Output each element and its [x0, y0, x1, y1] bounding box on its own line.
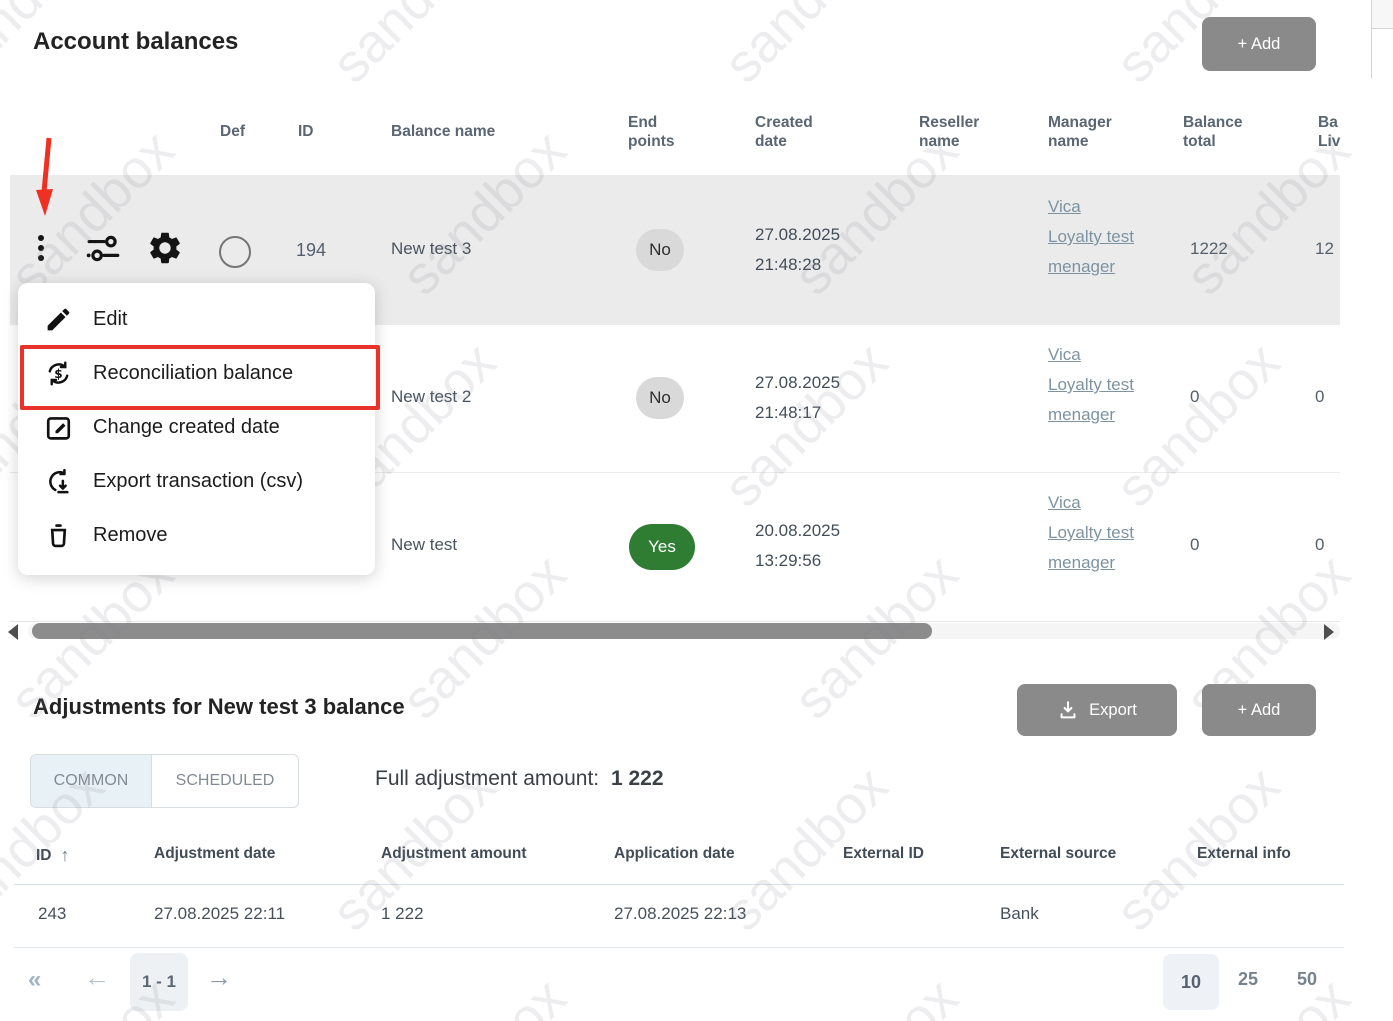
menu-item-export-transaction[interactable]: Export transaction (csv): [18, 454, 375, 508]
pagination-first-button[interactable]: «: [28, 966, 41, 994]
default-radio[interactable]: [219, 236, 251, 268]
balance-total: 0: [1190, 535, 1199, 555]
created-date: 20.08.2025 13:29:56: [755, 516, 840, 576]
balance-live: 0: [1315, 387, 1324, 407]
trash-icon: [44, 521, 73, 550]
menu-item-edit[interactable]: Edit: [18, 292, 375, 346]
adj-col-header-external-id: External ID: [843, 845, 924, 863]
export-csv-icon: [44, 467, 73, 496]
col-header-reseller-name: Reseller name: [919, 113, 979, 151]
right-edge-panel: [1371, 0, 1393, 29]
adj-col-header-date: Adjustment date: [154, 845, 275, 863]
adjustments-title: Adjustments for New test 3 balance: [33, 694, 405, 720]
adj-col-header-application-date: Application date: [614, 845, 735, 863]
adj-amount: 1 222: [381, 904, 424, 924]
adj-col-header-amount: Adjustment amount: [381, 845, 527, 863]
tab-scheduled[interactable]: SCHEDULED: [152, 755, 298, 807]
created-date: 27.08.2025 21:48:17: [755, 368, 840, 428]
page: Account balances + Add Def ID Balance na…: [0, 0, 1393, 1021]
adj-col-header-external-source: External source: [1000, 845, 1116, 863]
annotation-red-box: [20, 345, 380, 410]
pagination-prev-button[interactable]: ←: [84, 962, 110, 993]
col-header-id: ID: [298, 122, 314, 141]
watermark-text: sandbox: [712, 0, 900, 95]
sliders-icon[interactable]: [86, 232, 122, 266]
gear-icon[interactable]: [146, 229, 184, 267]
full-adjustment-amount: Full adjustment amount: 1 222: [375, 767, 664, 791]
balance-live-cut: 12: [1315, 239, 1340, 259]
watermark-text: sandbox: [320, 0, 508, 95]
balance-total: 0: [1190, 387, 1199, 407]
sort-asc-icon: ↑: [61, 845, 70, 866]
balance-id: 194: [296, 240, 326, 261]
adjustments-tabs: COMMON SCHEDULED: [30, 754, 299, 808]
end-points-badge: No: [636, 377, 684, 419]
manager-link[interactable]: Vica Loyalty test menager: [1048, 340, 1134, 430]
page-size-10[interactable]: 10: [1163, 954, 1219, 1010]
scroll-left-button[interactable]: [8, 624, 18, 640]
page-title: Account balances: [33, 28, 238, 56]
col-header-created-date: Created date: [755, 113, 813, 151]
adj-col-header-id[interactable]: ID ↑: [36, 845, 70, 866]
balance-name: New test: [391, 535, 457, 555]
balance-live: 0: [1315, 535, 1324, 555]
col-header-manager-name: Manager name: [1048, 113, 1112, 151]
page-size-25[interactable]: 25: [1238, 969, 1258, 990]
right-edge-line: [1371, 28, 1372, 78]
row-actions-kebab-icon[interactable]: [38, 231, 44, 265]
adj-date: 27.08.2025 22:11: [154, 904, 285, 924]
balance-name: New test 2: [391, 387, 471, 407]
col-header-balance-name: Balance name: [391, 122, 495, 141]
horizontal-scrollbar-track[interactable]: [28, 623, 1340, 639]
end-points-badge: Yes: [629, 524, 695, 570]
horizontal-scrollbar-thumb[interactable]: [32, 623, 932, 639]
scroll-right-button[interactable]: [1324, 624, 1334, 640]
watermark-text: sandbox: [782, 967, 970, 1021]
export-button[interactable]: Export: [1017, 684, 1177, 736]
add-balance-button[interactable]: + Add: [1202, 17, 1316, 71]
page-size-50[interactable]: 50: [1297, 969, 1317, 990]
manager-link[interactable]: Vica Loyalty test menager: [1048, 192, 1134, 282]
col-header-balance-total: Balance total: [1183, 113, 1242, 151]
adj-id: 243: [38, 904, 66, 924]
created-date: 27.08.2025 21:48:28: [755, 220, 840, 280]
annotation-red-arrow: [34, 136, 62, 222]
pagination-next-button[interactable]: →: [206, 962, 232, 993]
adj-external-source: Bank: [1000, 904, 1039, 924]
add-adjustment-button[interactable]: + Add: [1202, 684, 1316, 736]
row-context-menu: Edit $ Reconciliation balance Change cre…: [18, 283, 375, 575]
download-icon: [1057, 699, 1079, 721]
manager-link[interactable]: Vica Loyalty test menager: [1048, 488, 1134, 578]
menu-item-remove[interactable]: Remove: [18, 508, 375, 562]
calendar-edit-icon: [44, 413, 73, 442]
col-header-end-points: End points: [628, 113, 675, 151]
tab-common[interactable]: COMMON: [31, 755, 152, 807]
balance-name: New test 3: [391, 239, 471, 259]
adj-application-date: 27.08.2025 22:13: [614, 904, 746, 924]
end-points-badge: No: [636, 229, 684, 271]
watermark-text: sandbox: [390, 967, 578, 1021]
pagination-range[interactable]: 1 - 1: [130, 953, 188, 1011]
adj-col-header-external-info: External info: [1197, 845, 1291, 863]
full-adjustment-amount-value: 1 222: [611, 767, 664, 790]
pencil-icon: [44, 305, 73, 334]
balance-total: 1222: [1190, 239, 1228, 259]
col-header-balance-live-cut: Ba Liv: [1318, 113, 1342, 151]
col-header-def: Def: [220, 122, 245, 141]
